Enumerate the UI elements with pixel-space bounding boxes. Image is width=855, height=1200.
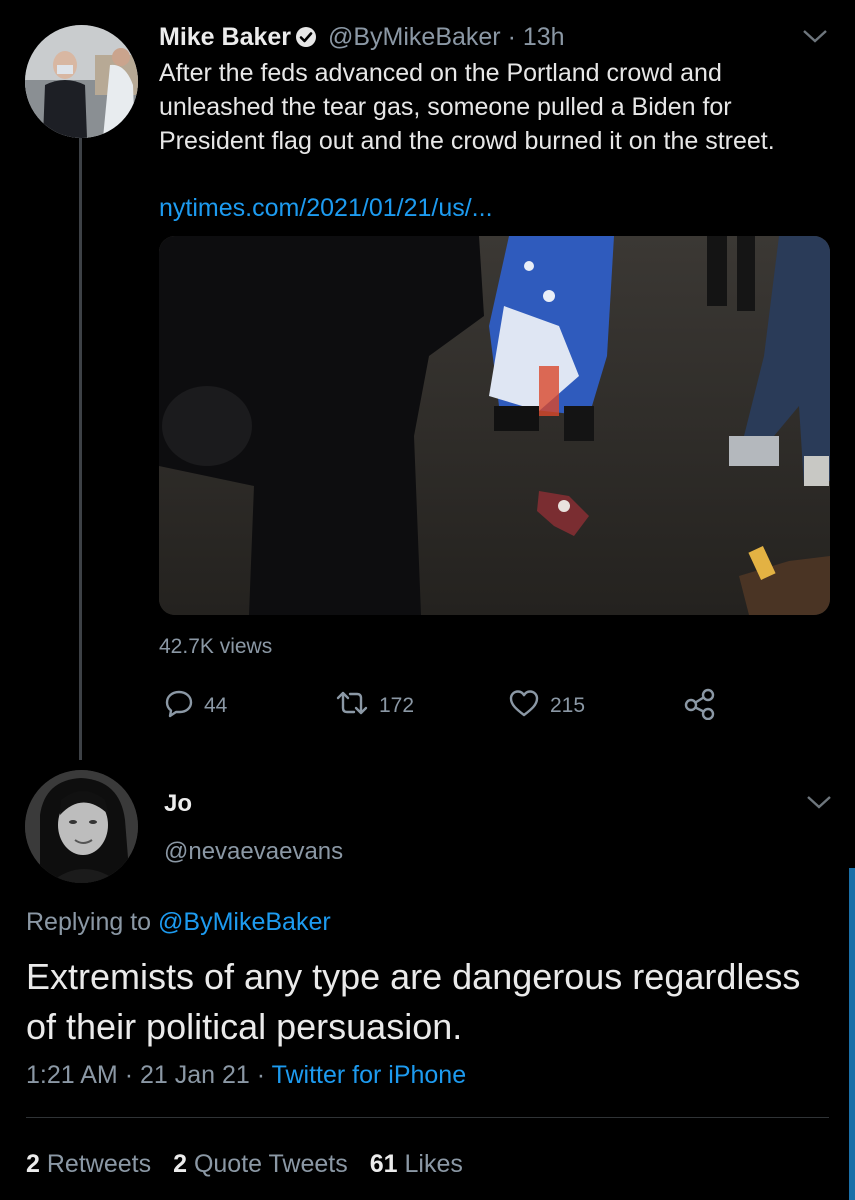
retweet-icon <box>335 688 369 724</box>
chevron-down-icon[interactable] <box>806 794 832 810</box>
retweets-count: 2 <box>26 1150 40 1178</box>
separator: · <box>256 1061 266 1089</box>
quote-label: Quote Tweets <box>193 1150 348 1178</box>
replying-to: Replying to @ByMikeBaker <box>26 908 331 937</box>
like-icon <box>508 688 540 724</box>
engagement-stats: 2 Retweets 2 Quote Tweets 61 Likes <box>26 1150 463 1179</box>
avatar[interactable] <box>25 25 138 138</box>
verified-icon <box>295 25 317 47</box>
timestamp[interactable]: 1:21 AM <box>26 1061 118 1089</box>
chevron-down-icon[interactable] <box>802 28 828 44</box>
display-name[interactable]: Jo <box>164 790 192 818</box>
tweet-meta: 1:21 AM · 21 Jan 21 · Twitter for iPhone <box>26 1061 466 1090</box>
date[interactable]: 21 Jan 21 <box>140 1061 250 1089</box>
timestamp[interactable]: 13h <box>523 23 565 51</box>
article-link[interactable]: nytimes.com/2021/01/21/us/... <box>159 193 493 223</box>
view-count: 42.7K views <box>159 635 273 658</box>
retweet-button[interactable]: 172 <box>335 688 414 724</box>
share-button[interactable] <box>682 688 716 726</box>
likes-stat[interactable]: 61 Likes <box>370 1150 463 1178</box>
retweet-count: 172 <box>379 694 415 717</box>
quote-count: 2 <box>173 1150 187 1178</box>
likes-label: Likes <box>404 1150 463 1178</box>
retweets-label: Retweets <box>46 1150 152 1178</box>
display-name[interactable]: Mike Baker <box>159 23 291 51</box>
tweet-text: Extremists of any type are dangerous reg… <box>26 956 801 1047</box>
reply-button[interactable]: 44 <box>164 688 227 724</box>
likes-count: 61 <box>369 1150 398 1178</box>
user-handle[interactable]: @nevaevaevans <box>164 838 343 866</box>
like-button[interactable]: 215 <box>508 688 585 724</box>
quote-tweets-stat[interactable]: 2 Quote Tweets <box>173 1150 348 1178</box>
avatar[interactable] <box>25 770 138 883</box>
replying-prefix: Replying to <box>26 908 152 936</box>
tweet-header: Mike Baker @ByMikeBaker · 13h <box>159 22 565 52</box>
separator: · <box>507 23 516 51</box>
separator: · <box>124 1061 134 1089</box>
thread-connector-line <box>79 135 82 760</box>
reply-count: 44 <box>204 694 228 717</box>
share-icon <box>682 688 716 726</box>
scrollbar[interactable] <box>849 868 855 1200</box>
like-count: 215 <box>550 694 586 717</box>
source-link[interactable]: Twitter for iPhone <box>272 1061 467 1089</box>
divider <box>26 1117 829 1118</box>
user-handle[interactable]: @ByMikeBaker <box>328 23 501 51</box>
video-thumbnail[interactable] <box>159 236 830 615</box>
mention-link[interactable]: @ByMikeBaker <box>158 908 331 936</box>
retweets-stat[interactable]: 2 Retweets <box>26 1150 151 1178</box>
tweet-text: After the feds advanced on the Portland … <box>159 59 775 155</box>
reply-icon <box>164 688 194 724</box>
